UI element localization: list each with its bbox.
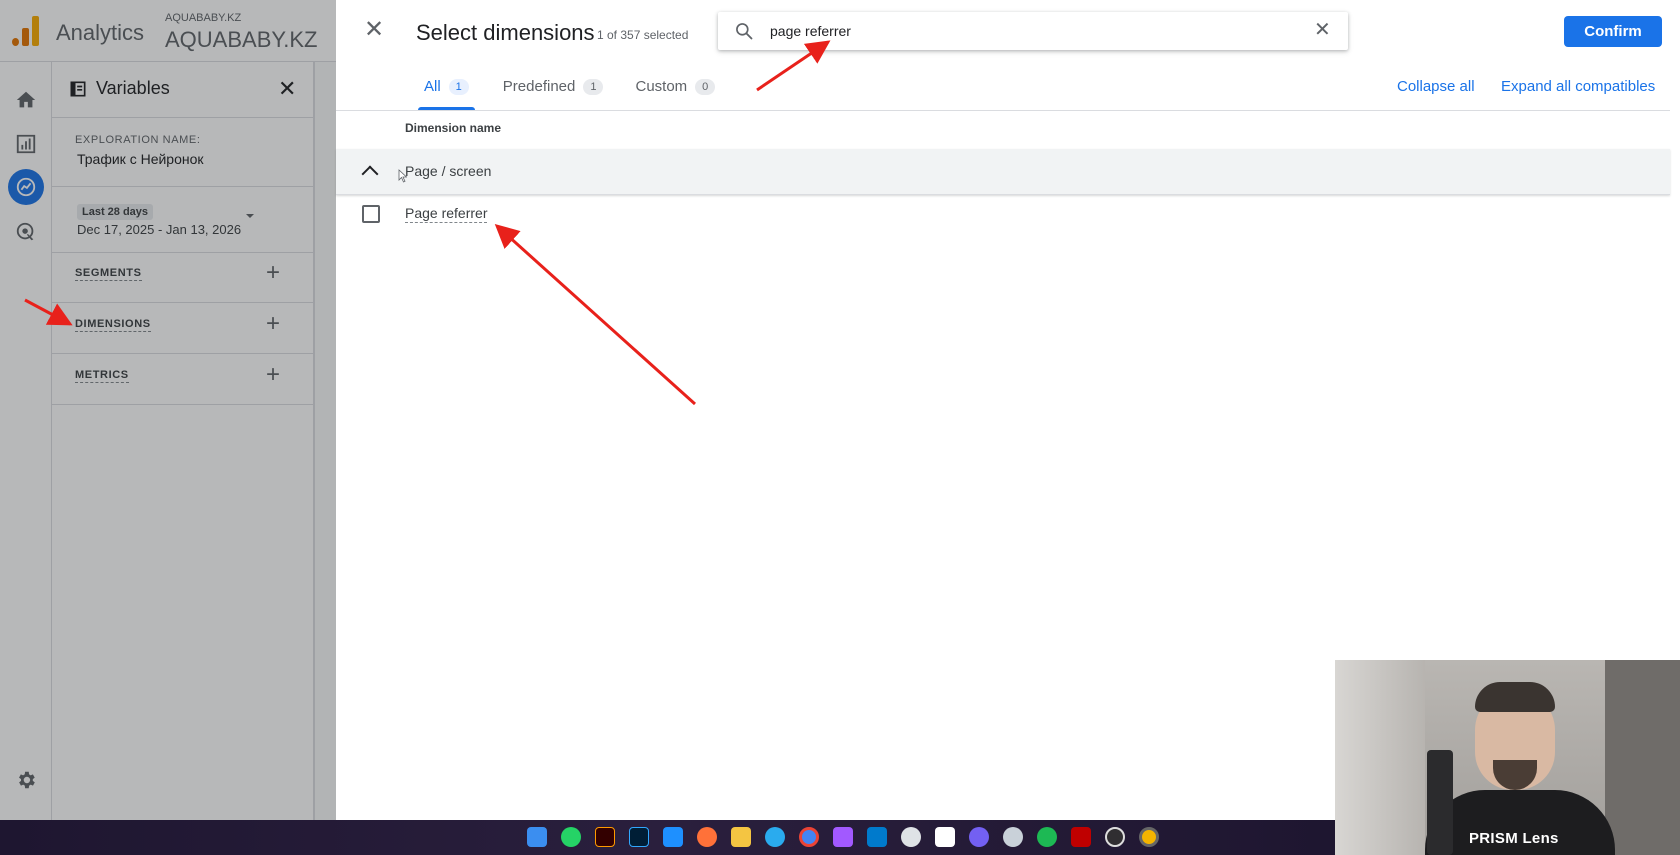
dialog-title: Select dimensions xyxy=(416,20,595,45)
webcam-overlay: PRISM Lens xyxy=(1335,660,1680,855)
collapse-all-link[interactable]: Collapse all xyxy=(1397,78,1475,95)
dimension-label[interactable]: Page referrer xyxy=(405,205,488,223)
tab-count-badge: 0 xyxy=(695,79,716,95)
chrome-icon[interactable] xyxy=(799,827,819,847)
chatgpt-icon[interactable] xyxy=(901,827,921,847)
notion-icon[interactable] xyxy=(935,827,955,847)
tab-label: Custom xyxy=(635,78,688,95)
close-dialog-icon[interactable]: ✕ xyxy=(364,18,384,42)
list-item[interactable]: Page referrer xyxy=(336,198,1670,230)
hand-cursor-icon xyxy=(398,169,407,183)
microphone-icon xyxy=(1427,750,1453,855)
webcam-caption: PRISM Lens xyxy=(1469,830,1559,847)
photoshop-icon[interactable] xyxy=(629,827,649,847)
github-icon[interactable] xyxy=(1003,827,1023,847)
figma-icon[interactable] xyxy=(833,827,853,847)
viber-icon[interactable] xyxy=(969,827,989,847)
modal-scrim[interactable] xyxy=(0,0,336,820)
tab-label: All xyxy=(424,78,441,95)
group-row-page-screen[interactable]: Page / screen xyxy=(336,149,1670,195)
clear-search-icon[interactable]: ✕ xyxy=(1314,20,1331,40)
chevron-up-icon[interactable] xyxy=(361,165,379,183)
selection-count: 1 of 357 selected xyxy=(597,28,689,42)
column-header-dimension-name[interactable]: Dimension name xyxy=(405,121,501,135)
search-bar[interactable]: page referrer ✕ xyxy=(718,12,1348,50)
dimension-tabs: All 1 Predefined 1 Custom 0 xyxy=(410,68,729,110)
obs-icon[interactable] xyxy=(1105,827,1125,847)
windows-icon[interactable] xyxy=(527,827,547,847)
filezilla-icon[interactable] xyxy=(1071,827,1091,847)
expand-all-compatibles-link[interactable]: Expand all compatibles xyxy=(1501,78,1655,95)
whatsapp-icon[interactable] xyxy=(561,827,581,847)
confirm-button[interactable]: Confirm xyxy=(1564,16,1662,47)
taskbar xyxy=(0,820,1335,855)
tab-label: Predefined xyxy=(502,78,576,95)
vscode-icon[interactable] xyxy=(867,827,887,847)
search-icon xyxy=(736,23,753,40)
group-label: Page / screen xyxy=(405,163,492,179)
illustrator-icon[interactable] xyxy=(595,827,615,847)
telegram-icon[interactable] xyxy=(765,827,785,847)
firefox-icon[interactable] xyxy=(697,827,717,847)
folder-icon[interactable] xyxy=(731,827,751,847)
tab-predefined[interactable]: Predefined 1 xyxy=(489,68,618,110)
tab-custom[interactable]: Custom 0 xyxy=(621,68,729,110)
tab-all[interactable]: All 1 xyxy=(410,68,483,110)
spotify-icon[interactable] xyxy=(1037,827,1057,847)
cloud-icon[interactable] xyxy=(663,827,683,847)
search-input[interactable]: page referrer xyxy=(770,23,851,39)
tab-count-badge: 1 xyxy=(448,79,469,95)
tab-count-badge: 1 xyxy=(583,79,604,95)
chrome-canary-icon[interactable] xyxy=(1139,827,1159,847)
dimension-checkbox[interactable] xyxy=(362,205,380,223)
